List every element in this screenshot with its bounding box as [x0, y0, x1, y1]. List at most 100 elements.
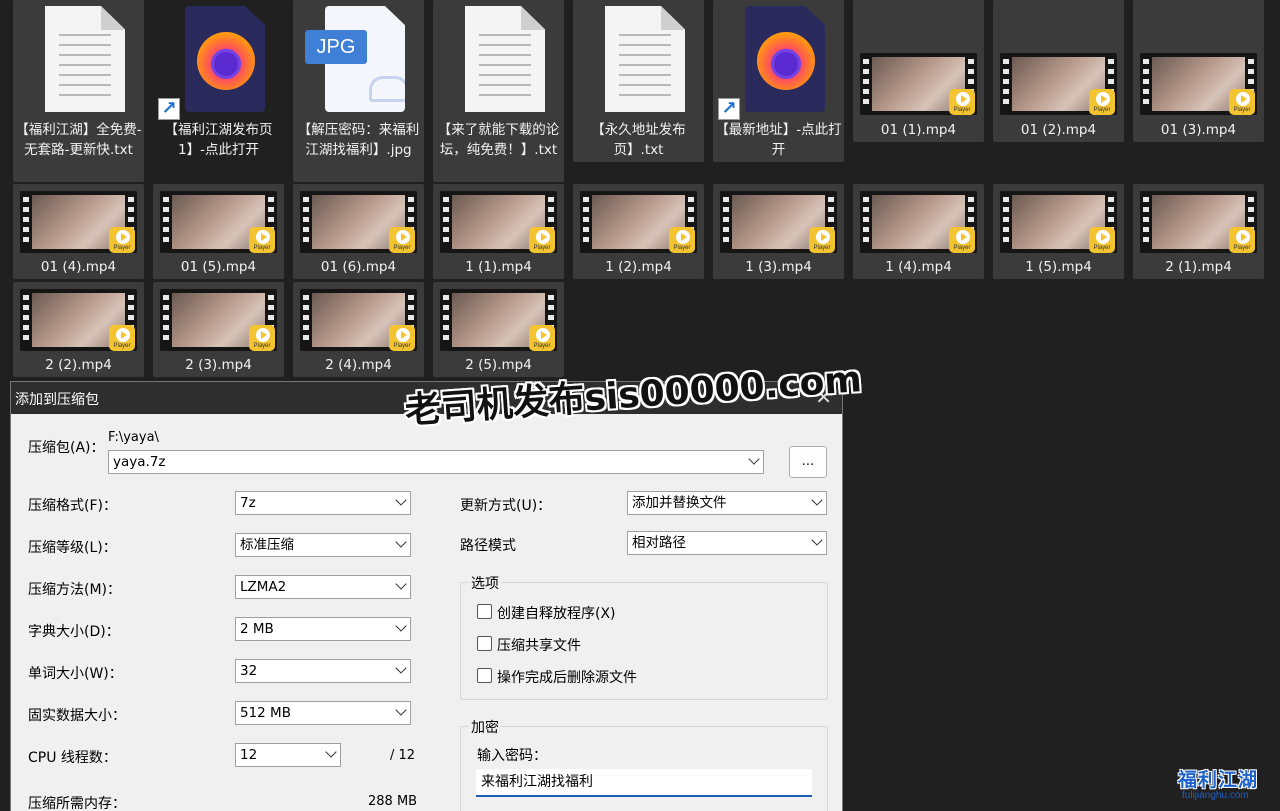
path-mode-label: 路径模式: [460, 538, 516, 554]
delete-after-checkbox[interactable]: [477, 668, 492, 683]
format-select[interactable]: 7z: [235, 491, 411, 515]
file-name: 1 (1).mp4: [465, 259, 532, 275]
player-badge-icon: Player: [669, 227, 695, 253]
file-item[interactable]: Player 2 (3).mp4: [153, 282, 284, 377]
file-item[interactable]: Player 2 (5).mp4: [433, 282, 564, 377]
file-name: 01 (2).mp4: [1020, 122, 1097, 138]
file-name: 1 (4).mp4: [885, 259, 952, 275]
file-item[interactable]: Player 1 (3).mp4: [713, 184, 844, 279]
file-item[interactable]: Player 01 (1).mp4: [853, 0, 984, 142]
file-item[interactable]: JPG 【解压密码：来福利江湖找福利】.jpg: [293, 0, 424, 182]
dictionary-value: 2 MB: [240, 621, 274, 637]
shared-files-label: 压缩共享文件: [497, 638, 581, 654]
video-thumbnail: Player: [580, 191, 697, 253]
video-thumbnail: Player: [860, 191, 977, 253]
firefox-shortcut-icon: ↗: [718, 6, 837, 120]
memory-label: 压缩所需内存：: [28, 796, 126, 811]
site-logo: 福利江湖 fulijianghu.com: [1178, 765, 1274, 805]
file-name: 【解压密码：来福利江湖找福利】.jpg: [297, 122, 420, 158]
video-thumbnail: Player: [1000, 191, 1117, 253]
player-badge-icon: Player: [249, 227, 275, 253]
options-group: 选项 创建自释放程序(X) 压缩共享文件 操作完成后删除源文件: [460, 573, 828, 700]
solid-size-select[interactable]: 512 MB: [235, 701, 411, 725]
level-value: 标准压缩: [240, 537, 294, 553]
file-item[interactable]: Player 01 (6).mp4: [293, 184, 424, 279]
video-thumbnail: Player: [440, 191, 557, 253]
archive-name-value: yaya.7z: [113, 454, 166, 470]
path-mode-select[interactable]: 相对路径: [627, 531, 827, 555]
video-thumbnail: Player: [720, 191, 837, 253]
password-label: 输入密码：: [477, 748, 547, 764]
file-name: 2 (1).mp4: [1165, 259, 1232, 275]
file-name: 【最新地址】-点此打开: [715, 122, 842, 158]
method-select[interactable]: LZMA2: [235, 575, 411, 599]
chevron-down-icon: [395, 536, 407, 548]
password-input[interactable]: 来福利江湖找福利: [476, 769, 812, 797]
file-item[interactable]: 【来了就能下载的论坛，纯免费！】.txt: [433, 0, 564, 182]
cpu-threads-value: 12: [240, 747, 258, 763]
file-item[interactable]: Player 1 (1).mp4: [433, 184, 564, 279]
file-name: 1 (3).mp4: [745, 259, 812, 275]
logo-text: 福利江湖: [1178, 769, 1259, 791]
video-thumbnail: Player: [20, 289, 137, 351]
level-select[interactable]: 标准压缩: [235, 533, 411, 557]
file-item[interactable]: 【永久地址发布页】.txt: [573, 0, 704, 162]
player-badge-icon: Player: [1229, 227, 1255, 253]
dictionary-select[interactable]: 2 MB: [235, 617, 411, 641]
path-mode-value: 相对路径: [632, 535, 686, 551]
text-document-icon: [20, 6, 137, 112]
file-item[interactable]: Player 2 (1).mp4: [1133, 184, 1264, 279]
player-badge-icon: Player: [529, 325, 555, 351]
player-badge-icon: Player: [949, 227, 975, 253]
file-name: 2 (4).mp4: [325, 357, 392, 373]
cpu-threads-total: / 12: [390, 748, 416, 763]
file-item[interactable]: Player 01 (5).mp4: [153, 184, 284, 279]
shortcut-arrow-icon: ↗: [718, 98, 740, 120]
player-badge-icon: Player: [1089, 89, 1115, 115]
shared-files-checkbox[interactable]: [477, 636, 492, 651]
player-badge-icon: Player: [389, 325, 415, 351]
file-item[interactable]: Player 2 (4).mp4: [293, 282, 424, 377]
chevron-down-icon: [748, 453, 760, 465]
file-item[interactable]: Player 01 (3).mp4: [1133, 0, 1264, 142]
file-item[interactable]: ↗ 【福利江湖发布页1】-点此打开: [153, 0, 284, 162]
solid-size-value: 512 MB: [240, 705, 291, 721]
file-item[interactable]: ↗ 【最新地址】-点此打开: [713, 0, 844, 162]
file-item[interactable]: Player 2 (2).mp4: [13, 282, 144, 377]
video-thumbnail: Player: [160, 191, 277, 253]
video-thumbnail: Player: [160, 289, 277, 351]
chevron-down-icon: [811, 494, 823, 506]
dialog-title: 添加到压缩包: [15, 392, 99, 408]
delete-after-label: 操作完成后删除源文件: [497, 670, 637, 686]
file-item[interactable]: Player 1 (5).mp4: [993, 184, 1124, 279]
shortcut-arrow-icon: ↗: [158, 98, 180, 120]
chevron-down-icon: [395, 662, 407, 674]
file-item[interactable]: Player 01 (2).mp4: [993, 0, 1124, 142]
update-mode-label: 更新方式(U)：: [460, 498, 552, 514]
format-label: 压缩格式(F)：: [28, 498, 117, 514]
dictionary-label: 字典大小(D)：: [28, 624, 120, 640]
archive-name-combo[interactable]: yaya.7z: [108, 450, 764, 474]
text-document-icon: [440, 6, 557, 112]
file-item[interactable]: Player 01 (4).mp4: [13, 184, 144, 279]
word-size-select[interactable]: 32: [235, 659, 411, 683]
firefox-shortcut-icon: ↗: [158, 6, 277, 120]
file-item[interactable]: Player 1 (4).mp4: [853, 184, 984, 279]
player-badge-icon: Player: [809, 227, 835, 253]
sfx-label: 创建自释放程序(X): [497, 606, 616, 622]
sfx-checkbox[interactable]: [477, 604, 492, 619]
player-badge-icon: Player: [109, 227, 135, 253]
file-item[interactable]: 【福利江湖】全免费-无套路-更新快.txt: [13, 0, 144, 182]
word-size-label: 单词大小(W)：: [28, 666, 123, 682]
cpu-threads-select[interactable]: 12: [235, 743, 341, 767]
browse-button[interactable]: ...: [789, 446, 827, 478]
player-badge-icon: Player: [1089, 227, 1115, 253]
player-badge-icon: Player: [109, 325, 135, 351]
encryption-group: 加密 输入密码： 来福利江湖找福利: [460, 717, 828, 811]
update-mode-select[interactable]: 添加并替换文件: [627, 491, 827, 515]
player-badge-icon: Player: [1229, 89, 1255, 115]
chevron-down-icon: [395, 620, 407, 632]
file-item[interactable]: Player 1 (2).mp4: [573, 184, 704, 279]
options-title: 选项: [469, 573, 501, 593]
cpu-threads-label: CPU 线程数：: [28, 750, 117, 766]
